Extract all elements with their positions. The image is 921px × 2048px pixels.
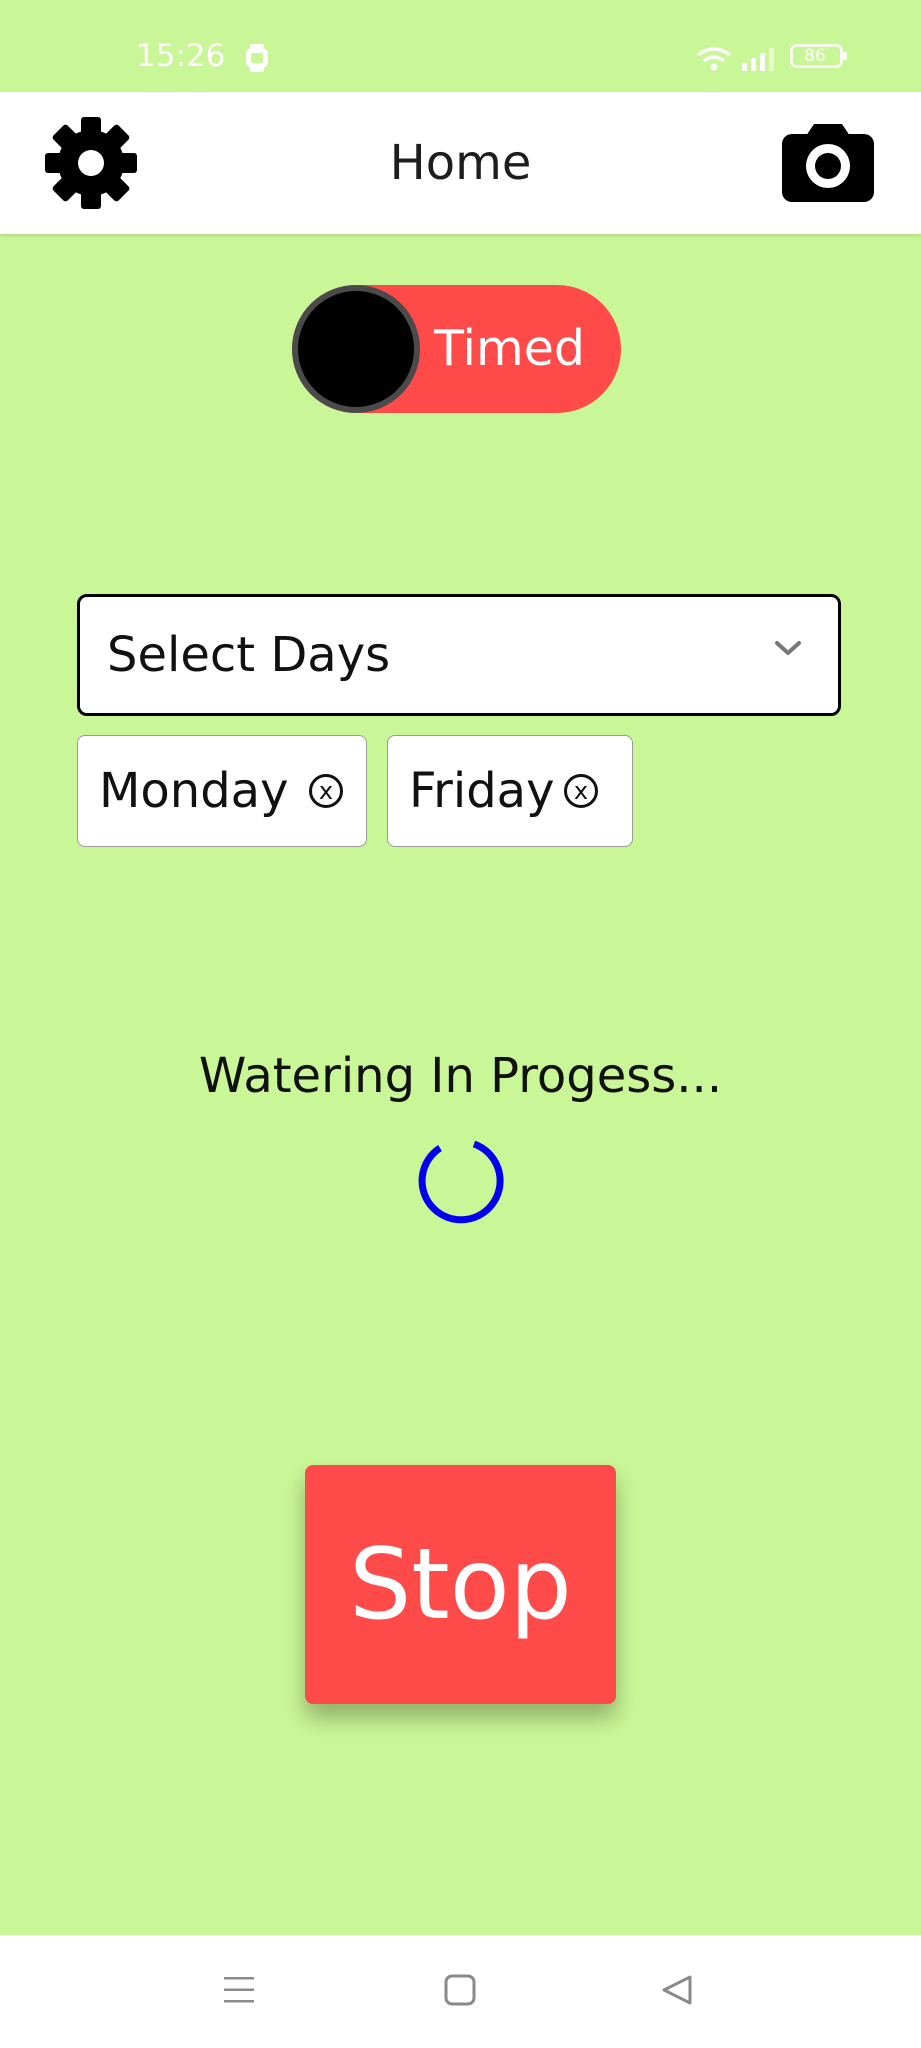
remove-chip-icon[interactable]: x xyxy=(564,774,598,808)
day-chip-friday: Friday x xyxy=(387,735,633,847)
status-time: 15:26 xyxy=(136,38,226,74)
days-select-placeholder: Select Days xyxy=(107,627,391,683)
watering-status-text: Watering In Progess... xyxy=(198,1048,723,1104)
gear-icon[interactable] xyxy=(44,116,138,210)
app-bar: Home xyxy=(0,92,921,234)
navigation-bar xyxy=(0,1935,921,2048)
stop-button[interactable]: Stop xyxy=(305,1465,616,1704)
watch-icon xyxy=(246,44,268,72)
toggle-knob[interactable] xyxy=(292,285,420,413)
menu-icon[interactable] xyxy=(222,1973,256,2007)
camera-icon[interactable] xyxy=(782,122,874,202)
battery-level: 86 xyxy=(804,46,826,66)
chip-label: Friday xyxy=(409,763,555,819)
chevron-down-icon xyxy=(775,641,801,655)
chip-label: Monday xyxy=(99,763,289,819)
remove-chip-icon[interactable]: x xyxy=(309,774,343,808)
loading-spinner-icon xyxy=(418,1140,504,1224)
battery-icon: 86 xyxy=(790,44,848,73)
wifi-icon xyxy=(696,47,732,71)
home-icon[interactable] xyxy=(443,1973,477,2007)
day-chip-monday: Monday x xyxy=(77,735,367,847)
days-select[interactable]: Select Days xyxy=(77,594,841,716)
mode-toggle[interactable]: Timed xyxy=(292,285,621,413)
status-bar: 15:26 86 xyxy=(0,0,921,92)
signal-icon xyxy=(742,48,774,71)
back-icon[interactable] xyxy=(660,1973,694,2007)
toggle-label: Timed xyxy=(434,320,586,377)
